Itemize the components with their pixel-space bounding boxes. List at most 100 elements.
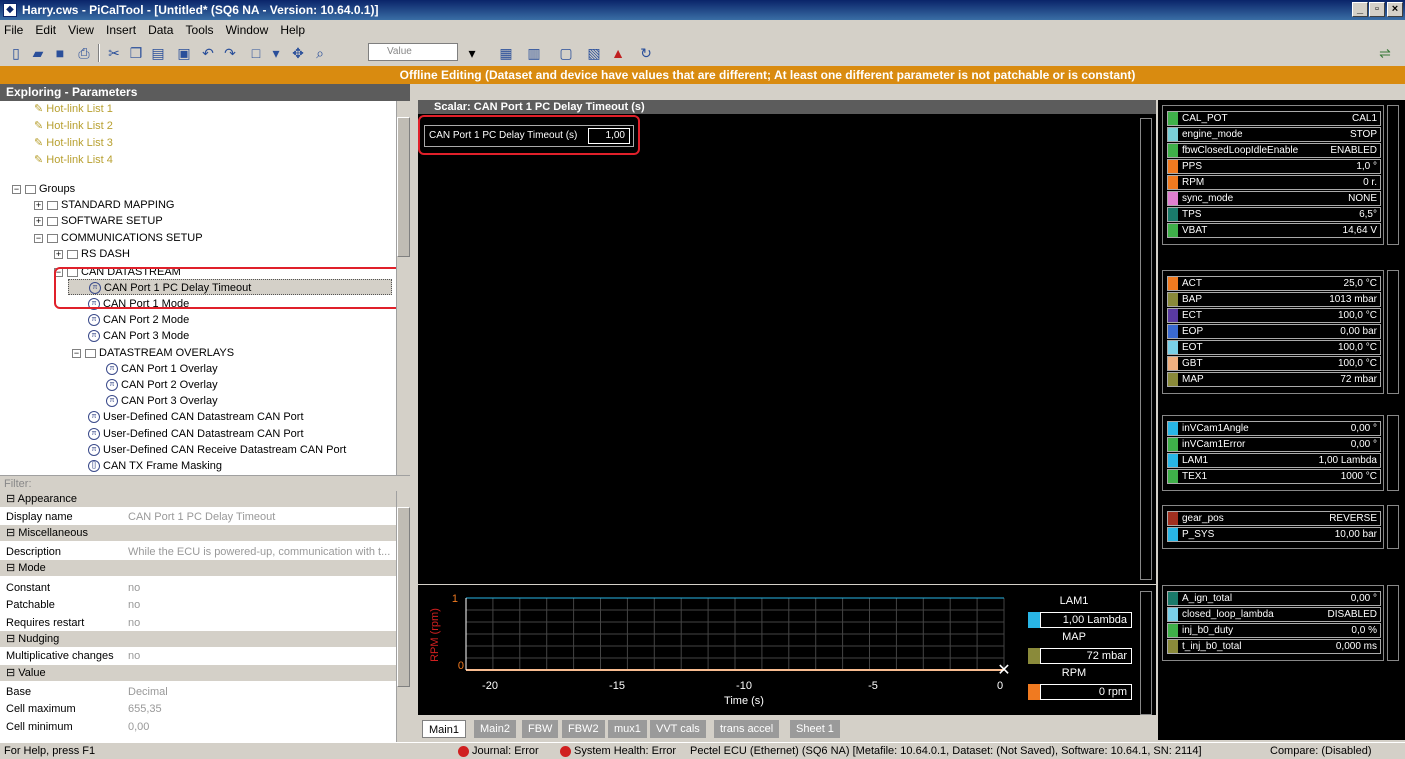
prop-row[interactable]: Constant no	[0, 580, 396, 596]
find-icon[interactable]: ⌕	[310, 43, 330, 63]
gauge-row[interactable]: gear_pos REVERSE	[1167, 511, 1381, 526]
gauge-row[interactable]: t_inj_b0_total 0,000 ms	[1167, 639, 1381, 654]
gauge-row[interactable]: PPS 1,0 °	[1167, 159, 1381, 174]
paste-icon[interactable]: ▤	[148, 43, 168, 63]
tree-scrollbar[interactable]	[396, 101, 410, 475]
graph-item-value[interactable]: 0 rpm	[1040, 684, 1132, 700]
open-icon[interactable]: ▰	[28, 43, 48, 63]
gauge-row[interactable]: sync_mode NONE	[1167, 191, 1381, 206]
gauge-row[interactable]: TEX1 1000 °C	[1167, 469, 1381, 484]
prop-row[interactable]: Patchable no	[0, 597, 396, 613]
prop-category[interactable]: ⊟ Appearance	[0, 491, 396, 507]
gauge-row[interactable]: LAM1 1,00 Lambda	[1167, 453, 1381, 468]
tree-software-setup[interactable]: + SOFTWARE SETUP	[34, 213, 163, 229]
gauge-row[interactable]: fbwClosedLoopIdleEnable ENABLED	[1167, 143, 1381, 158]
restore-button[interactable]: ▫	[1369, 2, 1385, 17]
window-icon[interactable]: ▣	[174, 43, 194, 63]
tree-user-item[interactable]: π User-Defined CAN Datastream CAN Port	[88, 409, 304, 425]
gauge-row[interactable]: GBT 100,0 °C	[1167, 356, 1381, 371]
gauge-row[interactable]: CAL_POT CAL1	[1167, 111, 1381, 126]
menu-view[interactable]: View	[68, 23, 94, 37]
status-journal[interactable]: Journal: Error	[458, 743, 539, 759]
refresh-icon[interactable]: ↻	[636, 43, 656, 63]
combo-arrow-icon[interactable]: ▾	[462, 43, 482, 63]
graph-item-value[interactable]: 72 mbar	[1040, 648, 1132, 664]
copy-icon[interactable]: ❐	[126, 43, 146, 63]
prop-row[interactable]: Display name CAN Port 1 PC Delay Timeout	[0, 509, 396, 525]
gauge-row[interactable]: A_ign_total 0,00 °	[1167, 591, 1381, 606]
tree-rs-dash[interactable]: + RS DASH	[54, 246, 130, 262]
cut-icon[interactable]: ✂	[104, 43, 124, 63]
tree-user-item[interactable]: [] CAN TX Frame Masking	[88, 458, 222, 474]
prop-row[interactable]: Multiplicative changes no	[0, 648, 396, 664]
gauge-row[interactable]: inVCam1Angle 0,00 °	[1167, 421, 1381, 436]
layout-icon[interactable]: □	[246, 43, 266, 63]
gauge-scrollbar[interactable]	[1387, 585, 1399, 661]
gauge-row[interactable]: closed_loop_lambda DISABLED	[1167, 607, 1381, 622]
print-icon[interactable]: ⎙	[74, 43, 94, 63]
prop-category[interactable]: ⊟ Mode	[0, 560, 396, 576]
prop-row[interactable]: Cell maximum 655,35	[0, 701, 396, 717]
gauge-row[interactable]: EOP 0,00 bar	[1167, 324, 1381, 339]
status-ecu[interactable]: Pectel ECU (Ethernet) (SQ6 NA) [Metafile…	[690, 743, 1202, 759]
gauge-scrollbar[interactable]	[1387, 415, 1399, 491]
gauge-scrollbar[interactable]	[1387, 105, 1399, 245]
tab-sheet1[interactable]: Sheet 1	[790, 720, 840, 738]
graph-scrollbar[interactable]	[1140, 591, 1152, 715]
tool-icon-1[interactable]: ▦	[496, 43, 516, 63]
move-icon[interactable]: ✥	[288, 43, 308, 63]
tree-communications-setup[interactable]: − COMMUNICATIONS SETUP	[34, 230, 203, 246]
menu-file[interactable]: File	[4, 23, 23, 37]
gauge-row[interactable]: inVCam1Error 0,00 °	[1167, 437, 1381, 452]
tab-trans-accel[interactable]: trans accel	[714, 720, 780, 738]
filter-label[interactable]: Filter:	[0, 475, 410, 491]
minimize-button[interactable]: _	[1352, 2, 1368, 17]
close-button[interactable]: ×	[1387, 2, 1403, 17]
prop-row[interactable]: Requires restart no	[0, 615, 396, 631]
menu-data[interactable]: Data	[148, 23, 173, 37]
menu-edit[interactable]: Edit	[35, 23, 56, 37]
tree-user-item[interactable]: π User-Defined CAN Datastream CAN Port	[88, 426, 304, 442]
menu-tools[interactable]: Tools	[186, 23, 214, 37]
new-icon[interactable]: ▯	[6, 43, 26, 63]
tab-main2[interactable]: Main2	[474, 720, 516, 738]
undo-icon[interactable]: ↶	[198, 43, 218, 63]
scalar-scrollbar[interactable]	[1140, 118, 1152, 580]
tab-main1[interactable]: Main1	[422, 720, 466, 738]
hotlink-item[interactable]: ✎ Hot-link List 2	[34, 118, 113, 134]
connect-icon[interactable]: ⇌	[1370, 43, 1400, 63]
dropdown-icon[interactable]: ▾	[266, 43, 286, 63]
gauge-row[interactable]: RPM 0 r.	[1167, 175, 1381, 190]
tool-icon-3[interactable]: ▢	[556, 43, 576, 63]
graph-item-value[interactable]: 1,00 Lambda	[1040, 612, 1132, 628]
tree-overlay-item[interactable]: π CAN Port 3 Overlay	[106, 393, 218, 409]
tree-overlay-item[interactable]: π CAN Port 2 Overlay	[106, 377, 218, 393]
tab-mux1[interactable]: mux1	[608, 720, 647, 738]
status-compare[interactable]: Compare: (Disabled)	[1270, 743, 1371, 759]
gauge-row[interactable]: BAP 1013 mbar	[1167, 292, 1381, 307]
gauge-row[interactable]: TPS 6,5°	[1167, 207, 1381, 222]
hotlink-item[interactable]: ✎ Hot-link List 1	[34, 101, 113, 117]
status-health[interactable]: System Health: Error	[560, 743, 676, 759]
hotlink-item[interactable]: ✎ Hot-link List 3	[34, 135, 113, 151]
gauge-row[interactable]: EOT 100,0 °C	[1167, 340, 1381, 355]
tree-groups[interactable]: − Groups	[12, 181, 75, 197]
value-combo[interactable]: Value	[368, 43, 458, 61]
gauge-row[interactable]: inj_b0_duty 0,0 %	[1167, 623, 1381, 638]
menu-window[interactable]: Window	[226, 23, 269, 37]
gauge-row[interactable]: ACT 25,0 °C	[1167, 276, 1381, 291]
tab-fbw2[interactable]: FBW2	[562, 720, 605, 738]
tree-standard-mapping[interactable]: + STANDARD MAPPING	[34, 197, 174, 213]
tool-icon-4[interactable]: ▧	[584, 43, 604, 63]
gauge-row[interactable]: engine_mode STOP	[1167, 127, 1381, 142]
tree-user-item[interactable]: π User-Defined CAN Receive Datastream CAN…	[88, 442, 346, 458]
gauge-row[interactable]: VBAT 14,64 V	[1167, 223, 1381, 238]
properties-scrollbar[interactable]	[396, 491, 410, 743]
prop-category[interactable]: ⊟ Value	[0, 665, 396, 681]
redo-icon[interactable]: ↷	[220, 43, 240, 63]
prop-row[interactable]: Cell minimum 0,00	[0, 719, 396, 735]
tree-can-port3-mode[interactable]: π CAN Port 3 Mode	[88, 328, 189, 344]
prop-category[interactable]: ⊟ Miscellaneous	[0, 525, 396, 541]
tree-datastream-overlays[interactable]: − DATASTREAM OVERLAYS	[72, 345, 234, 361]
prop-row[interactable]: Description While the ECU is powered-up, …	[0, 544, 396, 560]
